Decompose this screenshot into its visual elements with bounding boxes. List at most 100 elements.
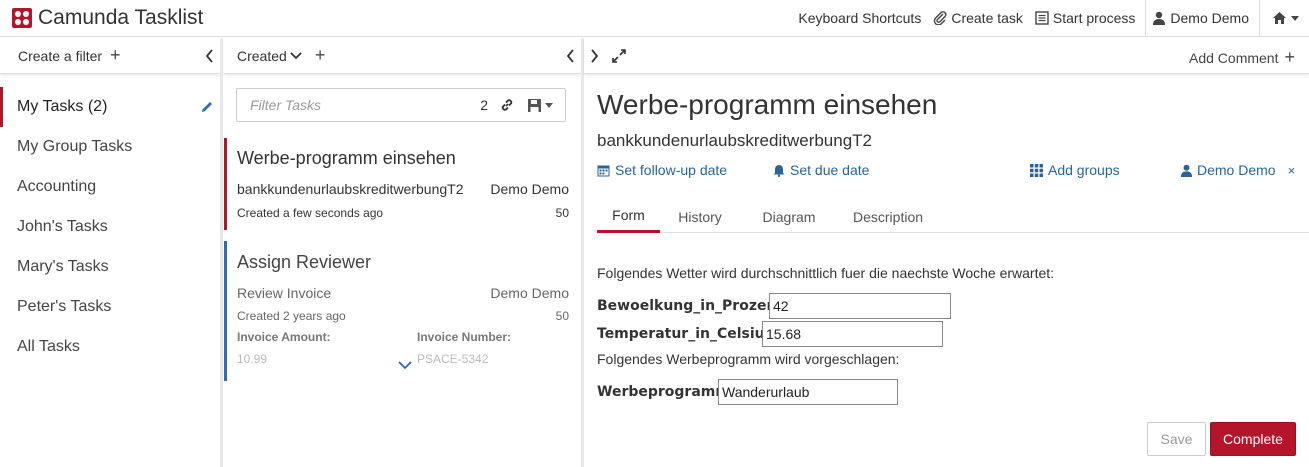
process-name[interactable]: bankkundenurlaubskreditwerbungT2 — [597, 131, 872, 151]
task-card[interactable]: Werbe-programm einsehen bankkundenurlaub… — [224, 138, 581, 230]
tab-label: Form — [612, 207, 645, 223]
filter-accounting[interactable]: Accounting — [0, 167, 220, 207]
variable-value: 10.99 — [237, 352, 268, 366]
pencil-icon[interactable] — [200, 100, 214, 114]
filter-label: All Tasks — [17, 338, 80, 355]
create-task-label: Create task — [951, 10, 1023, 26]
assignee-button[interactable]: Demo Demo × — [1180, 162, 1295, 178]
tab-label: Diagram — [762, 208, 816, 225]
chevron-left-icon — [205, 49, 213, 63]
plus-icon: + — [1284, 47, 1295, 67]
temperature-input[interactable] — [762, 321, 943, 347]
task-title[interactable]: Assign Reviewer — [237, 252, 371, 273]
bell-icon — [773, 164, 785, 177]
filter-johns-tasks[interactable]: John's Tasks — [0, 207, 220, 247]
filter-count: (2) — [87, 98, 108, 115]
chevron-down-icon — [545, 102, 553, 108]
filter-marys-tasks[interactable]: Mary's Tasks — [0, 247, 220, 287]
task-card[interactable]: Assign Reviewer Review Invoice Demo Demo… — [224, 241, 581, 381]
create-filter-button[interactable]: Create a filter + — [18, 45, 120, 66]
task-priority: 50 — [555, 309, 569, 323]
filter-my-tasks[interactable]: My Tasks (2) — [0, 87, 220, 127]
assignee-label: Demo Demo — [1197, 162, 1276, 178]
camunda-logo-icon — [12, 8, 32, 28]
paperclip-icon — [933, 11, 947, 25]
task-detail-header: Add Comment + — [584, 38, 1309, 74]
task-list-header: Created + — [224, 38, 581, 74]
filters-header: Create a filter + — [0, 38, 220, 74]
task-created: Created a few seconds ago — [237, 206, 384, 220]
variable-label: Invoice Number: — [417, 330, 512, 344]
link-icon[interactable] — [500, 98, 514, 112]
task-search[interactable]: Filter Tasks 2 — [236, 88, 566, 122]
filter-label: Mary's Tasks — [17, 258, 109, 275]
tab-label: History — [678, 208, 722, 225]
detail-tabs: Form History Diagram Description — [597, 200, 1309, 233]
filter-list: My Tasks (2) My Group Tasks Accounting J… — [0, 87, 220, 367]
chevron-down-icon — [1291, 15, 1299, 21]
task-list-panel: Created + Filter Tasks 2 Werbe-programm … — [224, 38, 581, 467]
brand[interactable]: Camunda Tasklist — [12, 6, 203, 30]
follow-up-label: Set follow-up date — [615, 162, 728, 178]
remove-assignee-icon[interactable]: × — [1288, 163, 1296, 178]
app-title: Camunda Tasklist — [38, 6, 204, 29]
home-icon — [1272, 11, 1287, 25]
create-task-link[interactable]: Create task — [927, 0, 1029, 36]
tab-description[interactable]: Description — [847, 200, 929, 233]
keyboard-shortcuts-label: Keyboard Shortcuts — [798, 10, 922, 26]
filter-label: Accounting — [17, 178, 97, 195]
task-assignee: Demo Demo — [490, 285, 569, 301]
keyboard-shortcuts-link[interactable]: Keyboard Shortcuts — [792, 0, 927, 36]
expand-arrows-icon — [612, 49, 626, 63]
due-date-label: Set due date — [790, 162, 870, 178]
expand-list-button[interactable] — [590, 49, 599, 63]
add-groups-button[interactable]: Add groups — [1030, 162, 1120, 178]
add-groups-label: Add groups — [1048, 162, 1120, 178]
cloud-percentage-input[interactable] — [769, 293, 951, 319]
save-search-dropdown[interactable] — [528, 98, 553, 112]
collapse-list-button[interactable] — [566, 49, 575, 63]
filter-my-group-tasks[interactable]: My Group Tasks — [0, 127, 220, 167]
add-sort-button[interactable]: + — [315, 45, 326, 66]
tab-form[interactable]: Form — [597, 200, 660, 233]
set-follow-up-date-button[interactable]: Set follow-up date — [597, 162, 727, 178]
add-comment-label: Add Comment — [1189, 49, 1279, 66]
form-intro-text: Folgendes Werbeprogramm wird vorgeschlag… — [597, 351, 900, 367]
filter-label: John's Tasks — [17, 218, 108, 235]
set-due-date-button[interactable]: Set due date — [773, 162, 869, 178]
home-menu[interactable] — [1260, 0, 1309, 36]
search-count: 2 — [480, 97, 488, 113]
tab-diagram[interactable]: Diagram — [758, 200, 820, 233]
variable-label: Invoice Amount: — [237, 330, 331, 344]
column-divider[interactable] — [220, 38, 223, 467]
top-navbar: Camunda Tasklist Keyboard Shortcuts Crea… — [0, 0, 1309, 37]
filter-all-tasks[interactable]: All Tasks — [0, 327, 220, 367]
collapse-filters-button[interactable] — [205, 49, 214, 63]
form-label: Bewoelkung_in_Prozent — [597, 298, 784, 314]
list-alt-icon — [1035, 11, 1049, 25]
user-menu[interactable]: Demo Demo — [1146, 0, 1255, 36]
chevron-down-icon — [290, 51, 302, 59]
complete-button[interactable]: Complete — [1210, 422, 1296, 456]
filter-peters-tasks[interactable]: Peter's Tasks — [0, 287, 220, 327]
advertising-program-input[interactable] — [718, 379, 898, 405]
add-comment-button[interactable]: Add Comment + — [1189, 47, 1295, 68]
task-priority: 50 — [555, 206, 569, 220]
maximize-button[interactable] — [612, 49, 626, 63]
tab-history[interactable]: History — [670, 200, 730, 233]
search-input[interactable]: Filter Tasks — [250, 97, 480, 113]
save-button[interactable]: Save — [1147, 422, 1206, 456]
filter-label: My Tasks — [17, 98, 84, 115]
chevron-down-icon — [398, 361, 412, 370]
task-process: Review Invoice — [237, 285, 332, 301]
task-created: Created 2 years ago — [237, 309, 346, 323]
expand-variables-button[interactable] — [398, 361, 412, 370]
start-process-link[interactable]: Start process — [1029, 0, 1141, 36]
sort-dropdown[interactable]: Created — [237, 48, 302, 64]
form-label: Temperatur_in_Celsius — [597, 326, 773, 342]
task-title[interactable]: Werbe-programm einsehen — [237, 148, 456, 169]
user-icon — [1152, 11, 1166, 25]
chevron-left-icon — [566, 49, 574, 63]
tab-label: Description — [852, 208, 924, 225]
variable-value: PSACE-5342 — [417, 352, 489, 366]
